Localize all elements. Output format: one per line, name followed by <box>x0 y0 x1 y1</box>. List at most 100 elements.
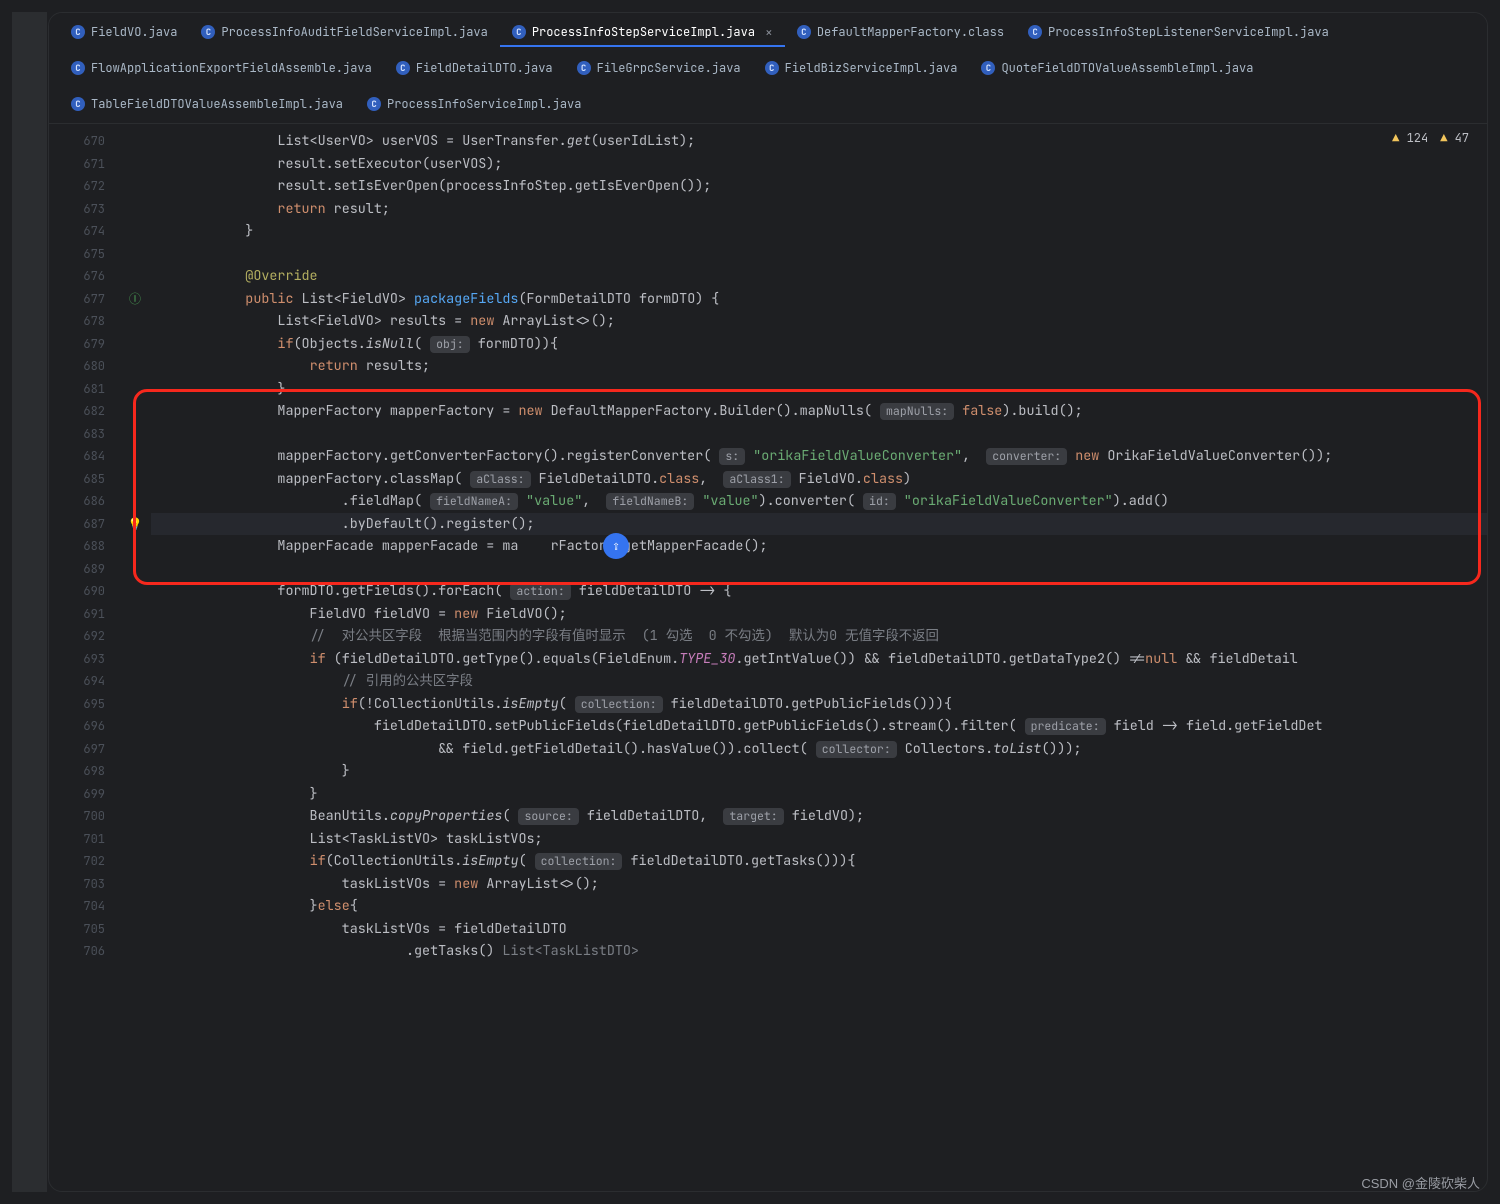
line-number[interactable]: 684 <box>49 445 105 468</box>
line-number[interactable]: 685 <box>49 468 105 491</box>
line-number[interactable]: 672 <box>49 175 105 198</box>
code-line[interactable]: return result; <box>181 198 1487 221</box>
parameter-hint: aClass: <box>470 471 530 488</box>
code-line[interactable]: BeanUtils.copyProperties( source: fieldD… <box>181 805 1487 828</box>
line-number[interactable]: 693 <box>49 648 105 671</box>
line-number[interactable]: 694 <box>49 670 105 693</box>
line-number[interactable]: 676 <box>49 265 105 288</box>
code-line[interactable] <box>181 558 1487 581</box>
line-number[interactable]: 678 <box>49 310 105 333</box>
code-line[interactable]: fieldDetailDTO.setPublicFields(fieldDeta… <box>181 715 1487 738</box>
override-gutter-icon[interactable]: Ⓘ <box>129 291 141 307</box>
editor-tab[interactable]: CFieldBizServiceImpl.java <box>753 55 970 83</box>
line-number[interactable]: 692 <box>49 625 105 648</box>
line-number[interactable]: 682 <box>49 400 105 423</box>
code-line[interactable]: }else{ <box>181 895 1487 918</box>
ai-assist-popup-icon[interactable]: ⇪ <box>603 533 629 559</box>
code-area[interactable]: List<UserVO> userVOS = UserTransfer.get(… <box>151 124 1487 1191</box>
code-line[interactable]: if(Objects.isNull( obj: formDTO)){ <box>181 333 1487 356</box>
code-line[interactable]: // 引用的公共区字段 <box>181 670 1487 693</box>
left-tool-strip[interactable] <box>12 12 48 1192</box>
code-line[interactable]: mapperFactory.classMap( aClass: FieldDet… <box>181 468 1487 491</box>
line-number-gutter[interactable]: 6706716726736746756766776786796806816826… <box>49 124 119 1191</box>
class-file-icon: C <box>765 61 779 75</box>
code-line[interactable]: } <box>181 783 1487 806</box>
marker-gutter[interactable]: Ⓘ 💡 <box>119 124 151 1191</box>
code-line[interactable]: // 对公共区字段 根据当范围内的字段有值时显示 (1 勾选 0 不勾选) 默认… <box>181 625 1487 648</box>
editor-tab[interactable]: CDefaultMapperFactory.class <box>785 19 1016 47</box>
code-line[interactable]: mapperFactory.getConverterFactory().regi… <box>181 445 1487 468</box>
line-number[interactable]: 677 <box>49 288 105 311</box>
line-number[interactable]: 702 <box>49 850 105 873</box>
code-line[interactable]: if(!CollectionUtils.isEmpty( collection:… <box>181 693 1487 716</box>
line-number[interactable]: 695 <box>49 693 105 716</box>
code-line[interactable]: && field.getFieldDetail().hasValue()).co… <box>181 738 1487 761</box>
editor-tab[interactable]: CProcessInfoStepListenerServiceImpl.java <box>1016 19 1341 47</box>
close-icon[interactable]: × <box>765 24 773 41</box>
editor-tab[interactable]: CFieldVO.java <box>59 19 189 47</box>
line-number[interactable]: 689 <box>49 558 105 581</box>
editor-tab[interactable]: CProcessInfoServiceImpl.java <box>355 91 593 119</box>
code-line[interactable]: taskListVOs = fieldDetailDTO <box>181 918 1487 941</box>
editor-tab[interactable]: CQuoteFieldDTOValueAssembleImpl.java <box>969 55 1265 83</box>
editor-tab[interactable]: CProcessInfoStepServiceImpl.java× <box>500 19 785 47</box>
code-line[interactable]: taskListVOs = new ArrayList<>(); <box>181 873 1487 896</box>
code-line[interactable]: .fieldMap( fieldNameA: "value", fieldNam… <box>181 490 1487 513</box>
code-line[interactable]: return results; <box>181 355 1487 378</box>
line-number[interactable]: 673 <box>49 198 105 221</box>
line-number[interactable]: 696 <box>49 715 105 738</box>
code-line[interactable]: } <box>181 760 1487 783</box>
editor-tab[interactable]: CFlowApplicationExportFieldAssemble.java <box>59 55 384 83</box>
line-number[interactable]: 698 <box>49 760 105 783</box>
code-line[interactable]: public List<FieldVO> packageFields(FormD… <box>181 288 1487 311</box>
line-number[interactable]: 679 <box>49 333 105 356</box>
code-line[interactable]: result.setIsEverOpen(processInfoStep.get… <box>181 175 1487 198</box>
inspection-widget[interactable]: ▲ 124 ▲ 47 <box>1392 130 1469 146</box>
line-number[interactable]: 680 <box>49 355 105 378</box>
code-line[interactable]: List<UserVO> userVOS = UserTransfer.get(… <box>181 130 1487 153</box>
code-line[interactable]: List<FieldVO> results = new ArrayList<>(… <box>181 310 1487 333</box>
line-number[interactable]: 681 <box>49 378 105 401</box>
line-number[interactable]: 701 <box>49 828 105 851</box>
line-number[interactable]: 706 <box>49 940 105 963</box>
editor[interactable]: ▲ 124 ▲ 47 67067167267367467567667767867… <box>49 124 1487 1191</box>
line-number[interactable]: 691 <box>49 603 105 626</box>
code-line[interactable]: formDTO.getFields().forEach( action: fie… <box>181 580 1487 603</box>
line-number[interactable]: 683 <box>49 423 105 446</box>
line-number[interactable]: 699 <box>49 783 105 806</box>
line-number[interactable]: 688 <box>49 535 105 558</box>
editor-tab[interactable]: CFieldDetailDTO.java <box>384 55 565 83</box>
code-line[interactable] <box>181 423 1487 446</box>
intention-bulb-icon[interactable]: 💡 <box>128 516 143 532</box>
line-number[interactable]: 690 <box>49 580 105 603</box>
editor-tab[interactable]: CProcessInfoAuditFieldServiceImpl.java <box>189 19 499 47</box>
line-number[interactable]: 697 <box>49 738 105 761</box>
code-line[interactable]: MapperFactory mapperFactory = new Defaul… <box>181 400 1487 423</box>
code-line[interactable]: MapperFacade mapperFacade = ma rFactory.… <box>181 535 1487 558</box>
line-number[interactable]: 700 <box>49 805 105 828</box>
code-line[interactable]: if (fieldDetailDTO.getType().equals(Fiel… <box>181 648 1487 671</box>
line-number[interactable]: 705 <box>49 918 105 941</box>
line-number[interactable]: 675 <box>49 243 105 266</box>
code-line[interactable]: .getTasks() List<TaskListDTO> <box>181 940 1487 963</box>
editor-tab[interactable]: CTableFieldDTOValueAssembleImpl.java <box>59 91 355 119</box>
code-line[interactable] <box>181 243 1487 266</box>
code-line[interactable]: if(CollectionUtils.isEmpty( collection: … <box>181 850 1487 873</box>
line-number[interactable]: 674 <box>49 220 105 243</box>
line-number[interactable]: 687 <box>49 513 105 536</box>
code-line[interactable]: @Override <box>181 265 1487 288</box>
code-line[interactable]: .byDefault().register(); <box>181 513 1487 536</box>
line-number[interactable]: 670 <box>49 130 105 153</box>
code-line[interactable]: FieldVO fieldVO = new FieldVO(); <box>181 603 1487 626</box>
code-line[interactable]: result.setExecutor(userVOS); <box>181 153 1487 176</box>
line-number[interactable]: 704 <box>49 895 105 918</box>
code-line[interactable]: } <box>181 378 1487 401</box>
warning-count-1: 124 <box>1407 130 1429 146</box>
code-line[interactable]: } <box>181 220 1487 243</box>
editor-tab[interactable]: CFileGrpcService.java <box>565 55 753 83</box>
line-number[interactable]: 703 <box>49 873 105 896</box>
line-number[interactable]: 671 <box>49 153 105 176</box>
code-line[interactable]: List<TaskListVO> taskListVOs; <box>181 828 1487 851</box>
line-number[interactable]: 686 <box>49 490 105 513</box>
parameter-hint: id: <box>863 493 896 510</box>
